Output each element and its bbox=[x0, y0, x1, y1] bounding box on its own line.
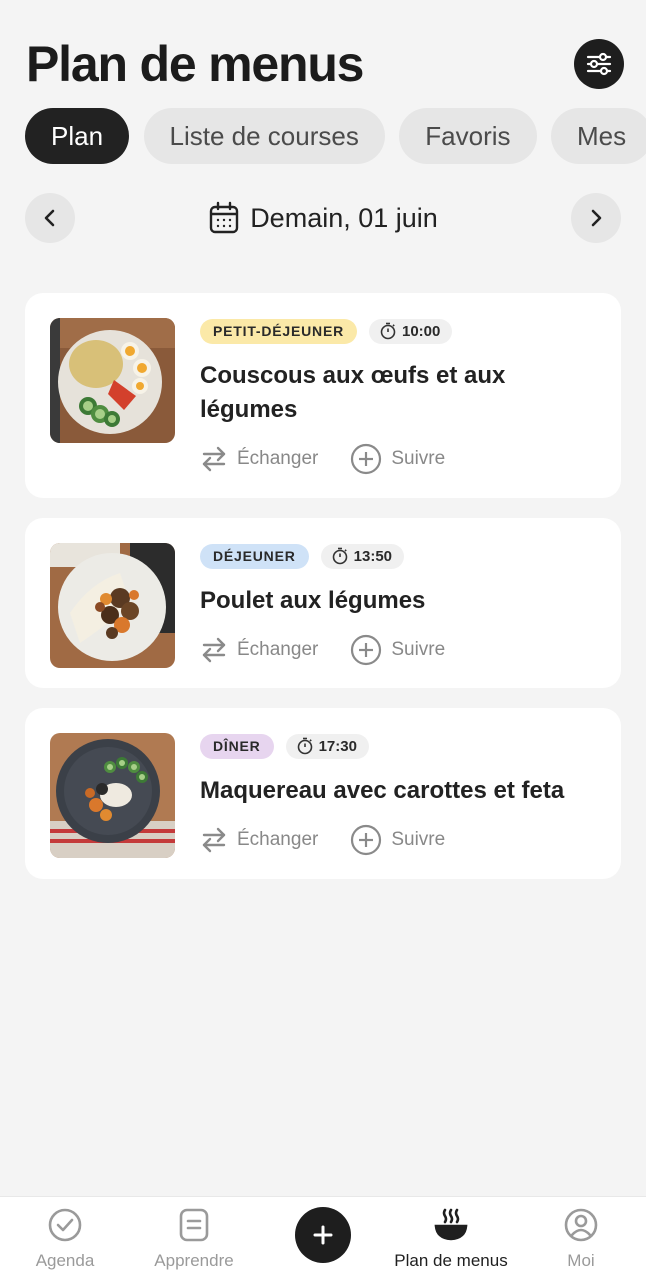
nav-item-agenda[interactable]: Agenda bbox=[0, 1207, 130, 1273]
swap-button[interactable]: Échanger bbox=[200, 636, 318, 664]
meal-photo bbox=[50, 318, 175, 443]
filter-button[interactable] bbox=[574, 39, 624, 89]
meal-card-body: PETIT-DÉJEUNER 10:00 Couscous aux œufs e… bbox=[200, 318, 601, 475]
meal-card-body: DÉJEUNER 13:50 Poulet aux légumes Échang… bbox=[200, 543, 601, 666]
swap-button[interactable]: Échanger bbox=[200, 826, 318, 854]
swap-arrows-icon bbox=[202, 446, 226, 472]
time-badge: 17:30 bbox=[285, 733, 369, 759]
track-button[interactable]: Suivre bbox=[350, 824, 445, 856]
nav-item-meal-plan[interactable]: Plan de menus bbox=[386, 1207, 516, 1273]
previous-day-button[interactable] bbox=[25, 193, 75, 243]
track-label: Suivre bbox=[391, 448, 446, 469]
next-day-button[interactable] bbox=[571, 193, 621, 243]
meal-type-badge: DÉJEUNER bbox=[200, 543, 309, 569]
plus-circle-icon bbox=[351, 824, 382, 856]
header: Plan de menus bbox=[26, 34, 624, 94]
plus-icon bbox=[313, 1225, 333, 1245]
meal-card-body: DÎNER 17:30 Maquereau avec carottes et f… bbox=[200, 733, 601, 856]
tab-plan[interactable]: Plan bbox=[25, 108, 130, 164]
nav-label: Apprendre bbox=[154, 1251, 234, 1270]
profile-icon bbox=[564, 1208, 598, 1242]
meal-title: Couscous aux œufs et aux légumes bbox=[200, 362, 506, 423]
bowl-icon bbox=[434, 1208, 468, 1241]
nav-label: Agenda bbox=[35, 1251, 95, 1270]
track-button[interactable]: Suivre bbox=[350, 634, 445, 666]
nav-item-me[interactable]: Moi bbox=[516, 1207, 646, 1273]
nav-label: Moi bbox=[567, 1251, 595, 1270]
swap-label: Échanger bbox=[237, 639, 319, 660]
swap-label: Échanger bbox=[237, 829, 319, 850]
time-badge: 13:50 bbox=[320, 543, 405, 569]
swap-label: Échanger bbox=[237, 448, 319, 469]
tab-favorites[interactable]: Favoris bbox=[399, 108, 537, 164]
swap-arrows-icon bbox=[202, 637, 226, 663]
meal-type-badge: DÎNER bbox=[200, 733, 274, 759]
meal-title: Poulet aux légumes bbox=[200, 587, 426, 614]
meal-time: 13:50 bbox=[353, 547, 393, 565]
book-icon bbox=[179, 1208, 209, 1242]
date-label: Demain, 01 juin bbox=[250, 202, 438, 233]
swap-arrows-icon bbox=[202, 827, 226, 853]
check-circle-icon bbox=[48, 1208, 82, 1242]
meal-title: Maquereau avec carottes et feta bbox=[200, 777, 565, 804]
meal-time: 10:00 bbox=[402, 322, 441, 340]
meal-time: 17:30 bbox=[318, 737, 357, 755]
stopwatch-icon bbox=[380, 322, 396, 340]
plus-circle-icon bbox=[351, 443, 382, 475]
meal-card-lunch[interactable]: DÉJEUNER 13:50 Poulet aux légumes Échang… bbox=[25, 518, 621, 688]
meal-photo bbox=[50, 543, 175, 668]
track-button[interactable]: Suivre bbox=[350, 443, 445, 475]
chevron-left-icon bbox=[44, 209, 55, 227]
stopwatch-icon bbox=[332, 547, 347, 565]
meal-card-dinner[interactable]: DÎNER 17:30 Maquereau avec carottes et f… bbox=[25, 708, 621, 879]
date-display[interactable]: Demain, 01 juin bbox=[25, 193, 621, 243]
page-title: Plan de menus bbox=[26, 36, 364, 92]
nav-item-learn[interactable]: Apprendre bbox=[129, 1207, 259, 1273]
sliders-icon bbox=[586, 52, 612, 76]
swap-button[interactable]: Échanger bbox=[200, 445, 318, 473]
tab-mes[interactable]: Mes bbox=[550, 108, 646, 164]
track-label: Suivre bbox=[391, 829, 446, 850]
bottom-navigation: Agenda Apprendre Plan de menus Moi bbox=[0, 1196, 646, 1280]
date-navigation: Demain, 01 juin bbox=[25, 193, 621, 243]
meal-type-badge: PETIT-DÉJEUNER bbox=[200, 318, 357, 344]
track-label: Suivre bbox=[391, 639, 446, 660]
plus-circle-icon bbox=[351, 634, 382, 666]
tab-bar: Plan Liste de courses Favoris Mes bbox=[25, 108, 646, 166]
meal-card-breakfast[interactable]: PETIT-DÉJEUNER 10:00 Couscous aux œufs e… bbox=[25, 293, 621, 498]
stopwatch-icon bbox=[297, 737, 312, 755]
add-button[interactable] bbox=[295, 1207, 351, 1263]
chevron-right-icon bbox=[591, 209, 602, 227]
meal-photo bbox=[50, 733, 175, 858]
calendar-icon bbox=[209, 201, 239, 234]
tab-shopping-list[interactable]: Liste de courses bbox=[143, 108, 385, 164]
time-badge: 10:00 bbox=[369, 318, 453, 344]
nav-label: Plan de menus bbox=[394, 1251, 508, 1270]
